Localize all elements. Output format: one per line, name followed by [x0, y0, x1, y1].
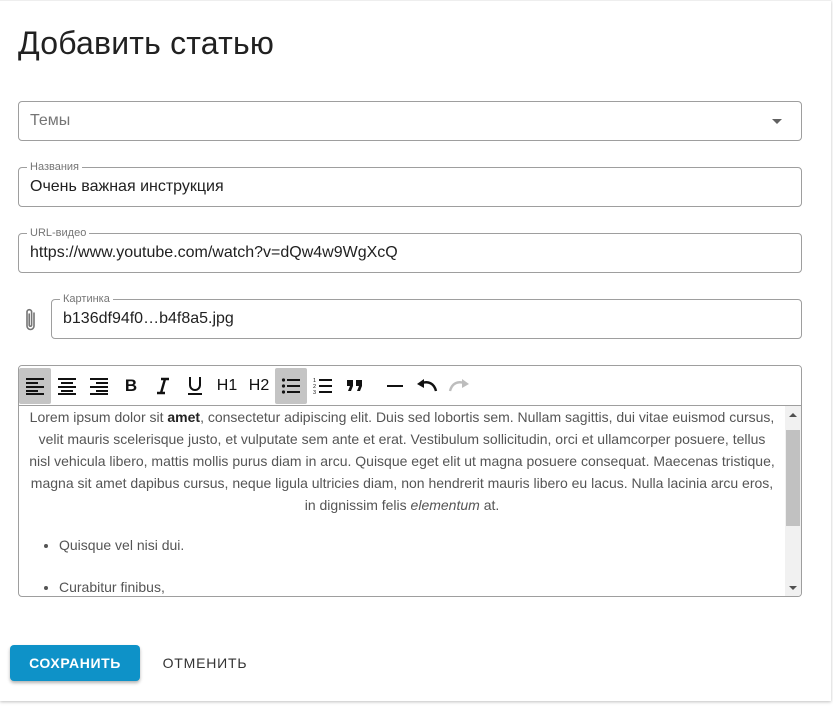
scrollbar-thumb[interactable]	[786, 430, 800, 526]
align-right-button[interactable]	[83, 368, 115, 404]
paperclip-icon[interactable]	[22, 307, 40, 333]
article-form-card: Добавить статью Темы Названия Очень важн…	[0, 0, 831, 701]
heading1-button[interactable]: H1	[211, 368, 243, 404]
undo-icon	[417, 379, 438, 392]
video-url-label: URL-видео	[27, 226, 90, 240]
bullet-list-button[interactable]	[275, 368, 307, 404]
horizontal-rule-button[interactable]	[379, 368, 411, 404]
scroll-up-arrow-icon[interactable]	[789, 413, 797, 417]
align-center-button[interactable]	[51, 368, 83, 404]
underline-button[interactable]	[179, 368, 211, 404]
name-value[interactable]: Очень важная инструкция	[30, 178, 224, 196]
cancel-button[interactable]: ОТМЕНИТЬ	[150, 645, 260, 681]
numbered-list-icon: 1 2 3	[313, 378, 332, 395]
redo-button[interactable]	[443, 368, 475, 404]
list-item: Quisque vel nisi dui.	[59, 534, 785, 556]
image-value[interactable]: b136df94f0…b4f8a5.jpg	[63, 310, 234, 328]
scroll-down-arrow-icon[interactable]	[789, 586, 797, 590]
paragraph-text: Lorem ipsum dolor sit	[29, 409, 168, 425]
editor-bullet-list: Quisque vel nisi dui. Curabitur finibus,	[19, 534, 785, 596]
undo-button[interactable]	[411, 368, 443, 404]
topics-placeholder: Темы	[30, 112, 71, 129]
align-left-icon	[26, 378, 44, 395]
image-field[interactable]: Картинка b136df94f0…b4f8a5.jpg	[51, 292, 802, 339]
editor-content[interactable]: Lorem ipsum dolor sit amet, consectetur …	[19, 406, 785, 596]
bold-button[interactable]: B	[115, 368, 147, 404]
name-label: Названия	[27, 160, 82, 174]
heading2-icon: H2	[248, 377, 270, 394]
bullet-list-icon	[281, 378, 300, 394]
list-item: Curabitur finibus,	[59, 576, 785, 596]
italic-icon	[157, 377, 169, 395]
name-field[interactable]: Названия Очень важная инструкция	[18, 160, 802, 207]
align-left-button[interactable]	[19, 368, 51, 404]
editor-toolbar: B H1 H2 1 2 3	[19, 366, 801, 406]
bold-icon: B	[124, 376, 138, 395]
save-button[interactable]: СОХРАНИТЬ	[10, 645, 140, 681]
editor-scrollbar[interactable]	[785, 406, 801, 596]
image-label: Картинка	[60, 292, 113, 306]
paragraph-text: at.	[479, 497, 500, 513]
editor-paragraph: Lorem ipsum dolor sit amet, consectetur …	[19, 406, 785, 516]
topics-select[interactable]: Темы	[18, 101, 802, 141]
align-right-icon	[90, 378, 108, 395]
video-url-value[interactable]: https://www.youtube.com/watch?v=dQw4w9Wg…	[30, 244, 398, 262]
italic-button[interactable]	[147, 368, 179, 404]
quote-icon	[347, 380, 362, 391]
underline-icon	[188, 377, 202, 395]
chevron-down-icon[interactable]	[772, 119, 782, 124]
page-title: Добавить статью	[18, 25, 275, 61]
rich-text-editor[interactable]: B H1 H2 1 2 3 Lorem ipsum dolor sit amet…	[18, 365, 802, 597]
blockquote-button[interactable]	[339, 368, 371, 404]
heading1-icon: H1	[216, 377, 238, 394]
svg-text:3: 3	[313, 390, 316, 395]
paragraph-italic-text: elementum	[410, 497, 480, 513]
align-center-icon	[58, 378, 76, 395]
redo-icon	[448, 379, 469, 392]
numbered-list-button[interactable]: 1 2 3	[307, 368, 339, 404]
paragraph-bold-text: amet	[167, 409, 201, 425]
heading2-button[interactable]: H2	[243, 368, 275, 404]
video-url-field[interactable]: URL-видео https://www.youtube.com/watch?…	[18, 226, 802, 273]
horizontal-rule-icon	[387, 385, 403, 387]
